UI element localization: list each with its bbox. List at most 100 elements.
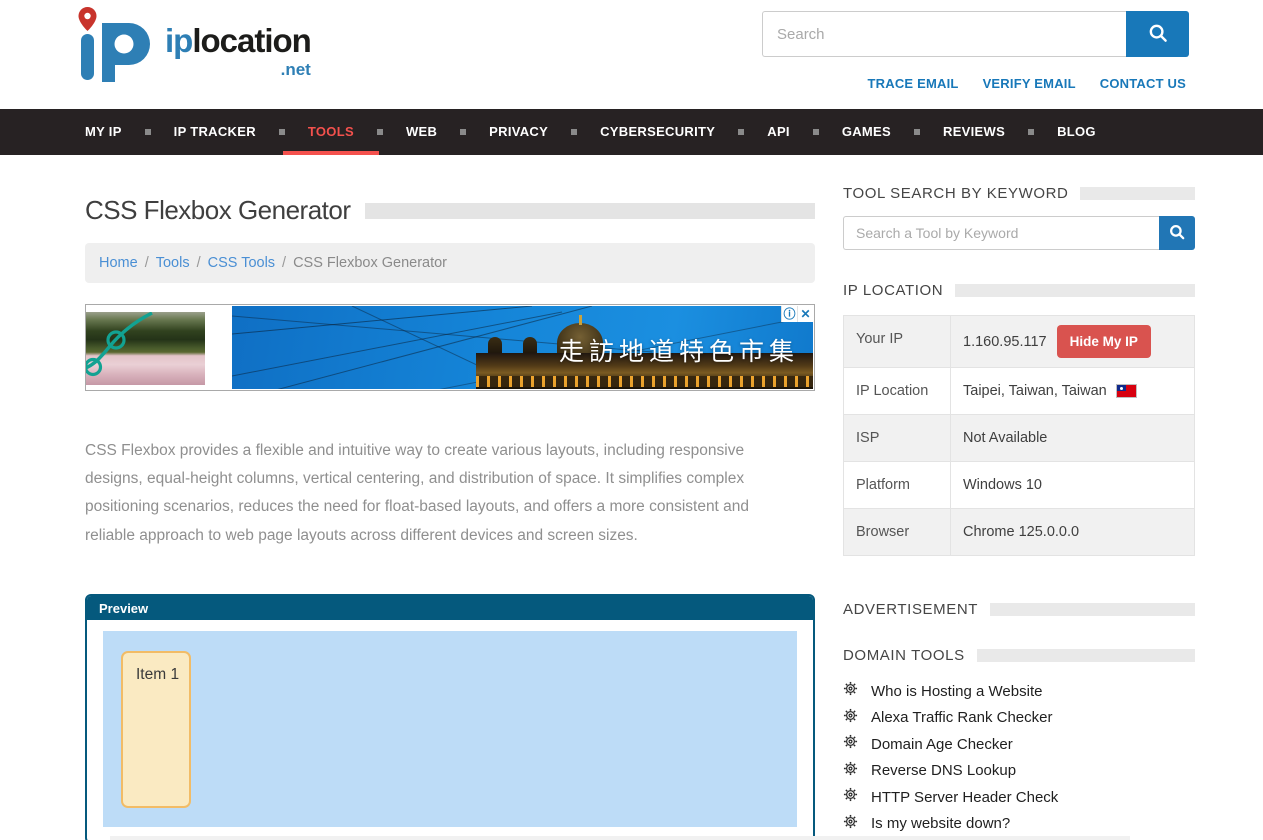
hide-my-ip-button[interactable]: Hide My IP: [1057, 325, 1151, 358]
preview-panel-title: Preview: [87, 596, 813, 620]
logo-tld: .net: [281, 60, 311, 80]
advertisement-heading-text: ADVERTISEMENT: [843, 601, 978, 618]
row-value: Chrome 125.0.0.0: [951, 509, 1194, 555]
logo-word-ip: ip: [165, 22, 192, 59]
row-label: ISP: [844, 415, 951, 461]
nav-separator: [571, 129, 577, 135]
heading-decor-bar: [977, 649, 1195, 662]
main-column: CSS Flexbox Generator Home / Tools / CSS Too…: [85, 155, 815, 840]
nav-separator: [279, 129, 285, 135]
tool-search-heading-text: TOOL SEARCH BY KEYWORD: [843, 185, 1068, 202]
page-bottom-strip: [110, 836, 1130, 840]
breadcrumb-tools-link[interactable]: Tools: [156, 255, 190, 271]
domain-tool-link-domain-age[interactable]: Domain Age Checker: [843, 734, 1195, 754]
domain-tool-label: Is my website down?: [871, 815, 1010, 832]
table-row: IP Location Taipei, Taiwan, Taiwan: [844, 367, 1194, 414]
domain-tool-link-website-down[interactable]: Is my website down?: [843, 814, 1195, 834]
header-search: [762, 11, 1189, 57]
site-header: iplocation .net TRACE EMAIL VERIFY EMAIL…: [0, 0, 1263, 109]
row-value: Not Available: [951, 415, 1194, 461]
row-label: IP Location: [844, 368, 951, 414]
breadcrumb-home-link[interactable]: Home: [99, 255, 138, 271]
nav-item-cybersecurity[interactable]: CYBERSECURITY: [600, 109, 715, 155]
domain-tools-heading: DOMAIN TOOLS: [843, 647, 1195, 664]
heading-decor-bar: [990, 603, 1195, 616]
nav-separator: [460, 129, 466, 135]
table-row: Your IP 1.160.95.117 Hide My IP: [844, 316, 1194, 367]
table-row: Platform Windows 10: [844, 461, 1194, 508]
header-search-button[interactable]: [1126, 11, 1189, 57]
breadcrumb-css-tools-link[interactable]: CSS Tools: [208, 255, 275, 271]
nav-item-api[interactable]: API: [767, 109, 790, 155]
ad-badges: ⓘ ✕: [781, 306, 813, 322]
gear-icon: [843, 708, 858, 728]
ip-location-heading-text: IP LOCATION: [843, 282, 943, 299]
nav-separator: [813, 129, 819, 135]
nav-item-web[interactable]: WEB: [406, 109, 437, 155]
header-links: TRACE EMAIL VERIFY EMAIL CONTACT US: [868, 76, 1186, 91]
breadcrumb-separator: /: [282, 255, 286, 271]
main-nav: MY IP IP TRACKER TOOLS WEB PRIVACY CYBER…: [0, 109, 1263, 155]
ad-info-icon[interactable]: ⓘ: [781, 306, 797, 322]
nav-separator: [145, 129, 151, 135]
nav-item-privacy[interactable]: PRIVACY: [489, 109, 548, 155]
flexbox-preview-item[interactable]: Item 1: [121, 651, 191, 808]
logo-wordmark: iplocation .net: [165, 22, 311, 60]
taiwan-flag-icon: [1117, 385, 1136, 397]
heading-decor-bar: [955, 284, 1195, 297]
row-label: Browser: [844, 509, 951, 555]
ad-left-image: [86, 312, 205, 385]
advertisement-heading: ADVERTISEMENT: [843, 601, 1195, 618]
domain-tool-label: HTTP Server Header Check: [871, 789, 1058, 806]
domain-tool-link-http-header[interactable]: HTTP Server Header Check: [843, 787, 1195, 807]
domain-tool-label: Who is Hosting a Website: [871, 683, 1042, 700]
gear-icon: [843, 787, 858, 807]
nav-item-reviews[interactable]: REVIEWS: [943, 109, 1005, 155]
contact-us-link[interactable]: CONTACT US: [1100, 76, 1186, 91]
domain-tools-heading-text: DOMAIN TOOLS: [843, 647, 965, 664]
tool-search-input[interactable]: [843, 216, 1159, 250]
breadcrumb-separator: /: [145, 255, 149, 271]
preview-body: Item 1: [87, 620, 813, 840]
gear-icon: [843, 734, 858, 754]
tool-search-button[interactable]: [1159, 216, 1195, 250]
ip-location-table: Your IP 1.160.95.117 Hide My IP IP Locat…: [843, 315, 1195, 556]
isp-value: Not Available: [963, 430, 1047, 446]
your-ip-value: 1.160.95.117: [963, 334, 1047, 350]
preview-panel: Preview Item 1: [85, 594, 815, 840]
verify-email-link[interactable]: VERIFY EMAIL: [983, 76, 1076, 91]
domain-tool-label: Alexa Traffic Rank Checker: [871, 709, 1052, 726]
domain-tool-label: Domain Age Checker: [871, 736, 1013, 753]
tool-search-heading: TOOL SEARCH BY KEYWORD: [843, 185, 1195, 202]
ad-banner[interactable]: 走訪地道特色市集 ⓘ ✕: [85, 304, 815, 391]
gear-icon: [843, 814, 858, 834]
search-icon: [1168, 223, 1186, 244]
ad-right-image: 走訪地道特色市集: [232, 306, 813, 389]
nav-item-ip-tracker[interactable]: IP TRACKER: [174, 109, 256, 155]
logo-mark-icon: [75, 6, 161, 99]
nav-item-blog[interactable]: BLOG: [1057, 109, 1096, 155]
search-icon: [1147, 22, 1169, 47]
nav-separator: [377, 129, 383, 135]
sidebar: TOOL SEARCH BY KEYWORD IP LOCATION Your …: [843, 155, 1195, 840]
nav-item-my-ip[interactable]: MY IP: [85, 109, 122, 155]
nav-item-tools[interactable]: TOOLS: [308, 109, 354, 155]
trace-email-link[interactable]: TRACE EMAIL: [868, 76, 959, 91]
breadcrumb-current: CSS Flexbox Generator: [293, 255, 447, 271]
gear-icon: [843, 761, 858, 781]
platform-value: Windows 10: [963, 477, 1042, 493]
domain-tools-list: Who is Hosting a Website Alexa Traffic R…: [843, 681, 1195, 840]
domain-tool-link-hosting[interactable]: Who is Hosting a Website: [843, 681, 1195, 701]
domain-tool-link-alexa[interactable]: Alexa Traffic Rank Checker: [843, 708, 1195, 728]
domain-tool-label: Reverse DNS Lookup: [871, 762, 1016, 779]
row-value: 1.160.95.117 Hide My IP: [951, 316, 1194, 367]
breadcrumb-separator: /: [197, 255, 201, 271]
nav-item-games[interactable]: GAMES: [842, 109, 891, 155]
nav-separator: [738, 129, 744, 135]
ad-close-icon[interactable]: ✕: [797, 306, 813, 322]
table-row: ISP Not Available: [844, 414, 1194, 461]
domain-tool-link-reverse-dns[interactable]: Reverse DNS Lookup: [843, 761, 1195, 781]
site-logo[interactable]: iplocation .net: [75, 6, 311, 99]
page-title: CSS Flexbox Generator: [85, 195, 351, 226]
header-search-input[interactable]: [762, 11, 1126, 57]
